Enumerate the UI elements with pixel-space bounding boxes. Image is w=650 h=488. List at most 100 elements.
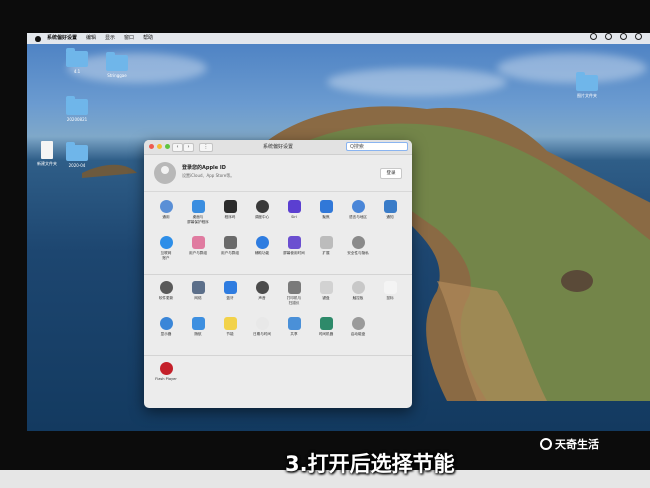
- system-preferences-window: ‹ › ⋮ 系统偏好设置 Q搜索 登录您的Apple ID 设置iCloud、A…: [144, 140, 412, 408]
- pref-pane-flash-player[interactable]: Flash Player: [150, 360, 182, 396]
- zoom-button[interactable]: [165, 144, 170, 149]
- window-titlebar[interactable]: ‹ › ⋮ 系统偏好设置 Q搜索: [144, 140, 412, 155]
- notifications-icon: [383, 200, 397, 213]
- date-time-icon: [255, 317, 269, 330]
- pref-pane-label: 辅助功能: [254, 251, 270, 255]
- pref-pane-sharing[interactable]: 共享: [278, 315, 310, 351]
- pref-pane-siri[interactable]: Siri: [278, 198, 310, 234]
- show-all-grid-icon[interactable]: ⋮: [199, 143, 213, 152]
- spotlight-menu-icon[interactable]: [635, 33, 642, 40]
- pref-pane-label: 用户与群组: [189, 251, 207, 255]
- video-caption: 3.打开后选择节能: [285, 452, 455, 476]
- pref-pane-sidecar[interactable]: 随航: [182, 315, 214, 351]
- apple-logo-icon[interactable]: [35, 35, 41, 42]
- pref-pane-desktop[interactable]: 桌面与 屏幕保护程序: [182, 198, 214, 234]
- pref-pane-notifications[interactable]: 通知: [374, 198, 406, 234]
- menu-view[interactable]: 显示: [105, 33, 115, 44]
- status-icon[interactable]: [590, 33, 597, 40]
- menu-window[interactable]: 窗口: [124, 33, 134, 44]
- pref-pane-printer[interactable]: 打印机与 扫描仪: [278, 279, 310, 315]
- pref-pane-network[interactable]: 网络: [182, 279, 214, 315]
- close-button[interactable]: [149, 144, 154, 149]
- pref-pane-label: 语言与地区: [349, 215, 367, 219]
- menu-app-name[interactable]: 系统偏好设置: [47, 33, 77, 44]
- search-field[interactable]: Q搜索: [346, 142, 408, 151]
- preferences-row-4: 显示器 随航 节能 日期与时间 共享 时间机器 启动磁盘: [144, 315, 412, 351]
- trackpad-icon: [351, 281, 365, 294]
- wifi-icon[interactable]: [605, 33, 612, 40]
- divider: [144, 355, 412, 356]
- sidecar-icon: [191, 317, 205, 330]
- pref-pane-label: 显示器: [160, 332, 172, 336]
- desktop-folder-label: 20200821: [66, 117, 88, 122]
- desktop-folder[interactable]: 图片文件夹: [567, 72, 607, 99]
- pref-pane-time-machine[interactable]: 时间机器: [310, 315, 342, 351]
- pref-pane-label: 网络: [194, 296, 202, 300]
- software-update-icon: [159, 281, 173, 294]
- login-button[interactable]: 登录: [380, 168, 402, 179]
- watermark-logo-icon: [540, 438, 552, 450]
- keyboard-icon: [319, 281, 333, 294]
- pref-pane-sound[interactable]: 声音: [246, 279, 278, 315]
- folder-icon: [66, 48, 88, 67]
- menu-help[interactable]: 帮助: [143, 33, 153, 44]
- preferences-row-3: 软件更新 网络 蓝牙 声音 打印机与 扫描仪 键盘 触控板 鼠标: [144, 279, 412, 315]
- desktop-screen: 系统偏好设置 编辑 显示 窗口 帮助 4.1 Stringgae 2020082…: [27, 33, 650, 431]
- mission-control-icon: [255, 200, 269, 213]
- pref-pane-security[interactable]: 安全性与隐私: [342, 234, 374, 270]
- pref-pane-label: 屏幕使用时间: [283, 251, 305, 255]
- blank-icon: [383, 317, 397, 330]
- pref-pane-keyboard[interactable]: 键盘: [310, 279, 342, 315]
- pref-pane-label: 时间机器: [318, 332, 334, 336]
- apple-id-subtitle: 设置iCloud、App Store等。: [182, 173, 235, 178]
- forward-button[interactable]: ›: [183, 143, 194, 152]
- desktop-folder[interactable]: 20200821: [57, 96, 97, 122]
- menu-edit[interactable]: 编辑: [86, 33, 96, 44]
- back-button[interactable]: ‹: [172, 143, 183, 152]
- pref-pane-label: 安全性与隐私: [347, 251, 369, 255]
- pref-pane-software-update[interactable]: 软件更新: [150, 279, 182, 315]
- pref-pane-energy-saver[interactable]: 节能: [214, 315, 246, 351]
- display-icon: [159, 317, 173, 330]
- pref-pane-spotlight[interactable]: 聚焦: [310, 198, 342, 234]
- pref-pane-label: 互联网 账户: [160, 251, 172, 260]
- battery-icon[interactable]: [620, 33, 627, 40]
- desktop-folder-label: Stringgae: [107, 73, 127, 78]
- desktop-folder[interactable]: Stringgae: [97, 52, 137, 78]
- pref-pane-language[interactable]: 语言与地区: [342, 198, 374, 234]
- language-icon: [351, 200, 365, 213]
- pref-pane-label: 扩展: [322, 251, 330, 255]
- energy-saver-icon: [223, 317, 237, 330]
- pref-pane-label: 通用: [162, 215, 170, 219]
- pref-pane-users[interactable]: 用户与群组: [182, 234, 214, 270]
- pref-pane-trackpad[interactable]: 触控板: [342, 279, 374, 315]
- traffic-lights: [149, 144, 170, 149]
- pref-pane-screen-time[interactable]: 屏幕使用时间: [278, 234, 310, 270]
- pref-pane-internet-accounts[interactable]: 互联网 账户: [150, 234, 182, 270]
- watermark-text: 天奇生活: [555, 438, 599, 451]
- pref-pane-dock[interactable]: 程序坞: [214, 198, 246, 234]
- desktop-folder[interactable]: 4.1: [57, 48, 97, 74]
- pref-pane-label: 随航: [194, 332, 202, 336]
- pref-pane-blank: [374, 234, 406, 270]
- menu-extras: [590, 33, 642, 40]
- pref-pane-users-groups[interactable]: 用户与群组: [214, 234, 246, 270]
- dock-icon: [223, 200, 237, 213]
- menu-bar: 系统偏好设置 编辑 显示 窗口 帮助: [27, 33, 650, 44]
- pref-pane-mouse[interactable]: 鼠标: [374, 279, 406, 315]
- pref-pane-label: 日期与时间: [253, 332, 271, 336]
- minimize-button[interactable]: [157, 144, 162, 149]
- pref-pane-extensions[interactable]: 扩展: [310, 234, 342, 270]
- pref-pane-bluetooth[interactable]: 蓝牙: [214, 279, 246, 315]
- pref-pane-accessibility[interactable]: 辅助功能: [246, 234, 278, 270]
- pref-pane-startup-disk[interactable]: 启动磁盘: [342, 315, 374, 351]
- users-groups-icon: [223, 236, 237, 249]
- desktop-folder[interactable]: 2020-04: [57, 142, 97, 168]
- pref-pane-display[interactable]: 显示器: [150, 315, 182, 351]
- pref-pane-date-time[interactable]: 日期与时间: [246, 315, 278, 351]
- pref-pane-mission-control[interactable]: 调度中心: [246, 198, 278, 234]
- pref-pane-label: Siri: [291, 215, 297, 219]
- pref-pane-general[interactable]: 通用: [150, 198, 182, 234]
- flash-player-icon: [159, 362, 173, 375]
- internet-accounts-icon: [159, 236, 173, 249]
